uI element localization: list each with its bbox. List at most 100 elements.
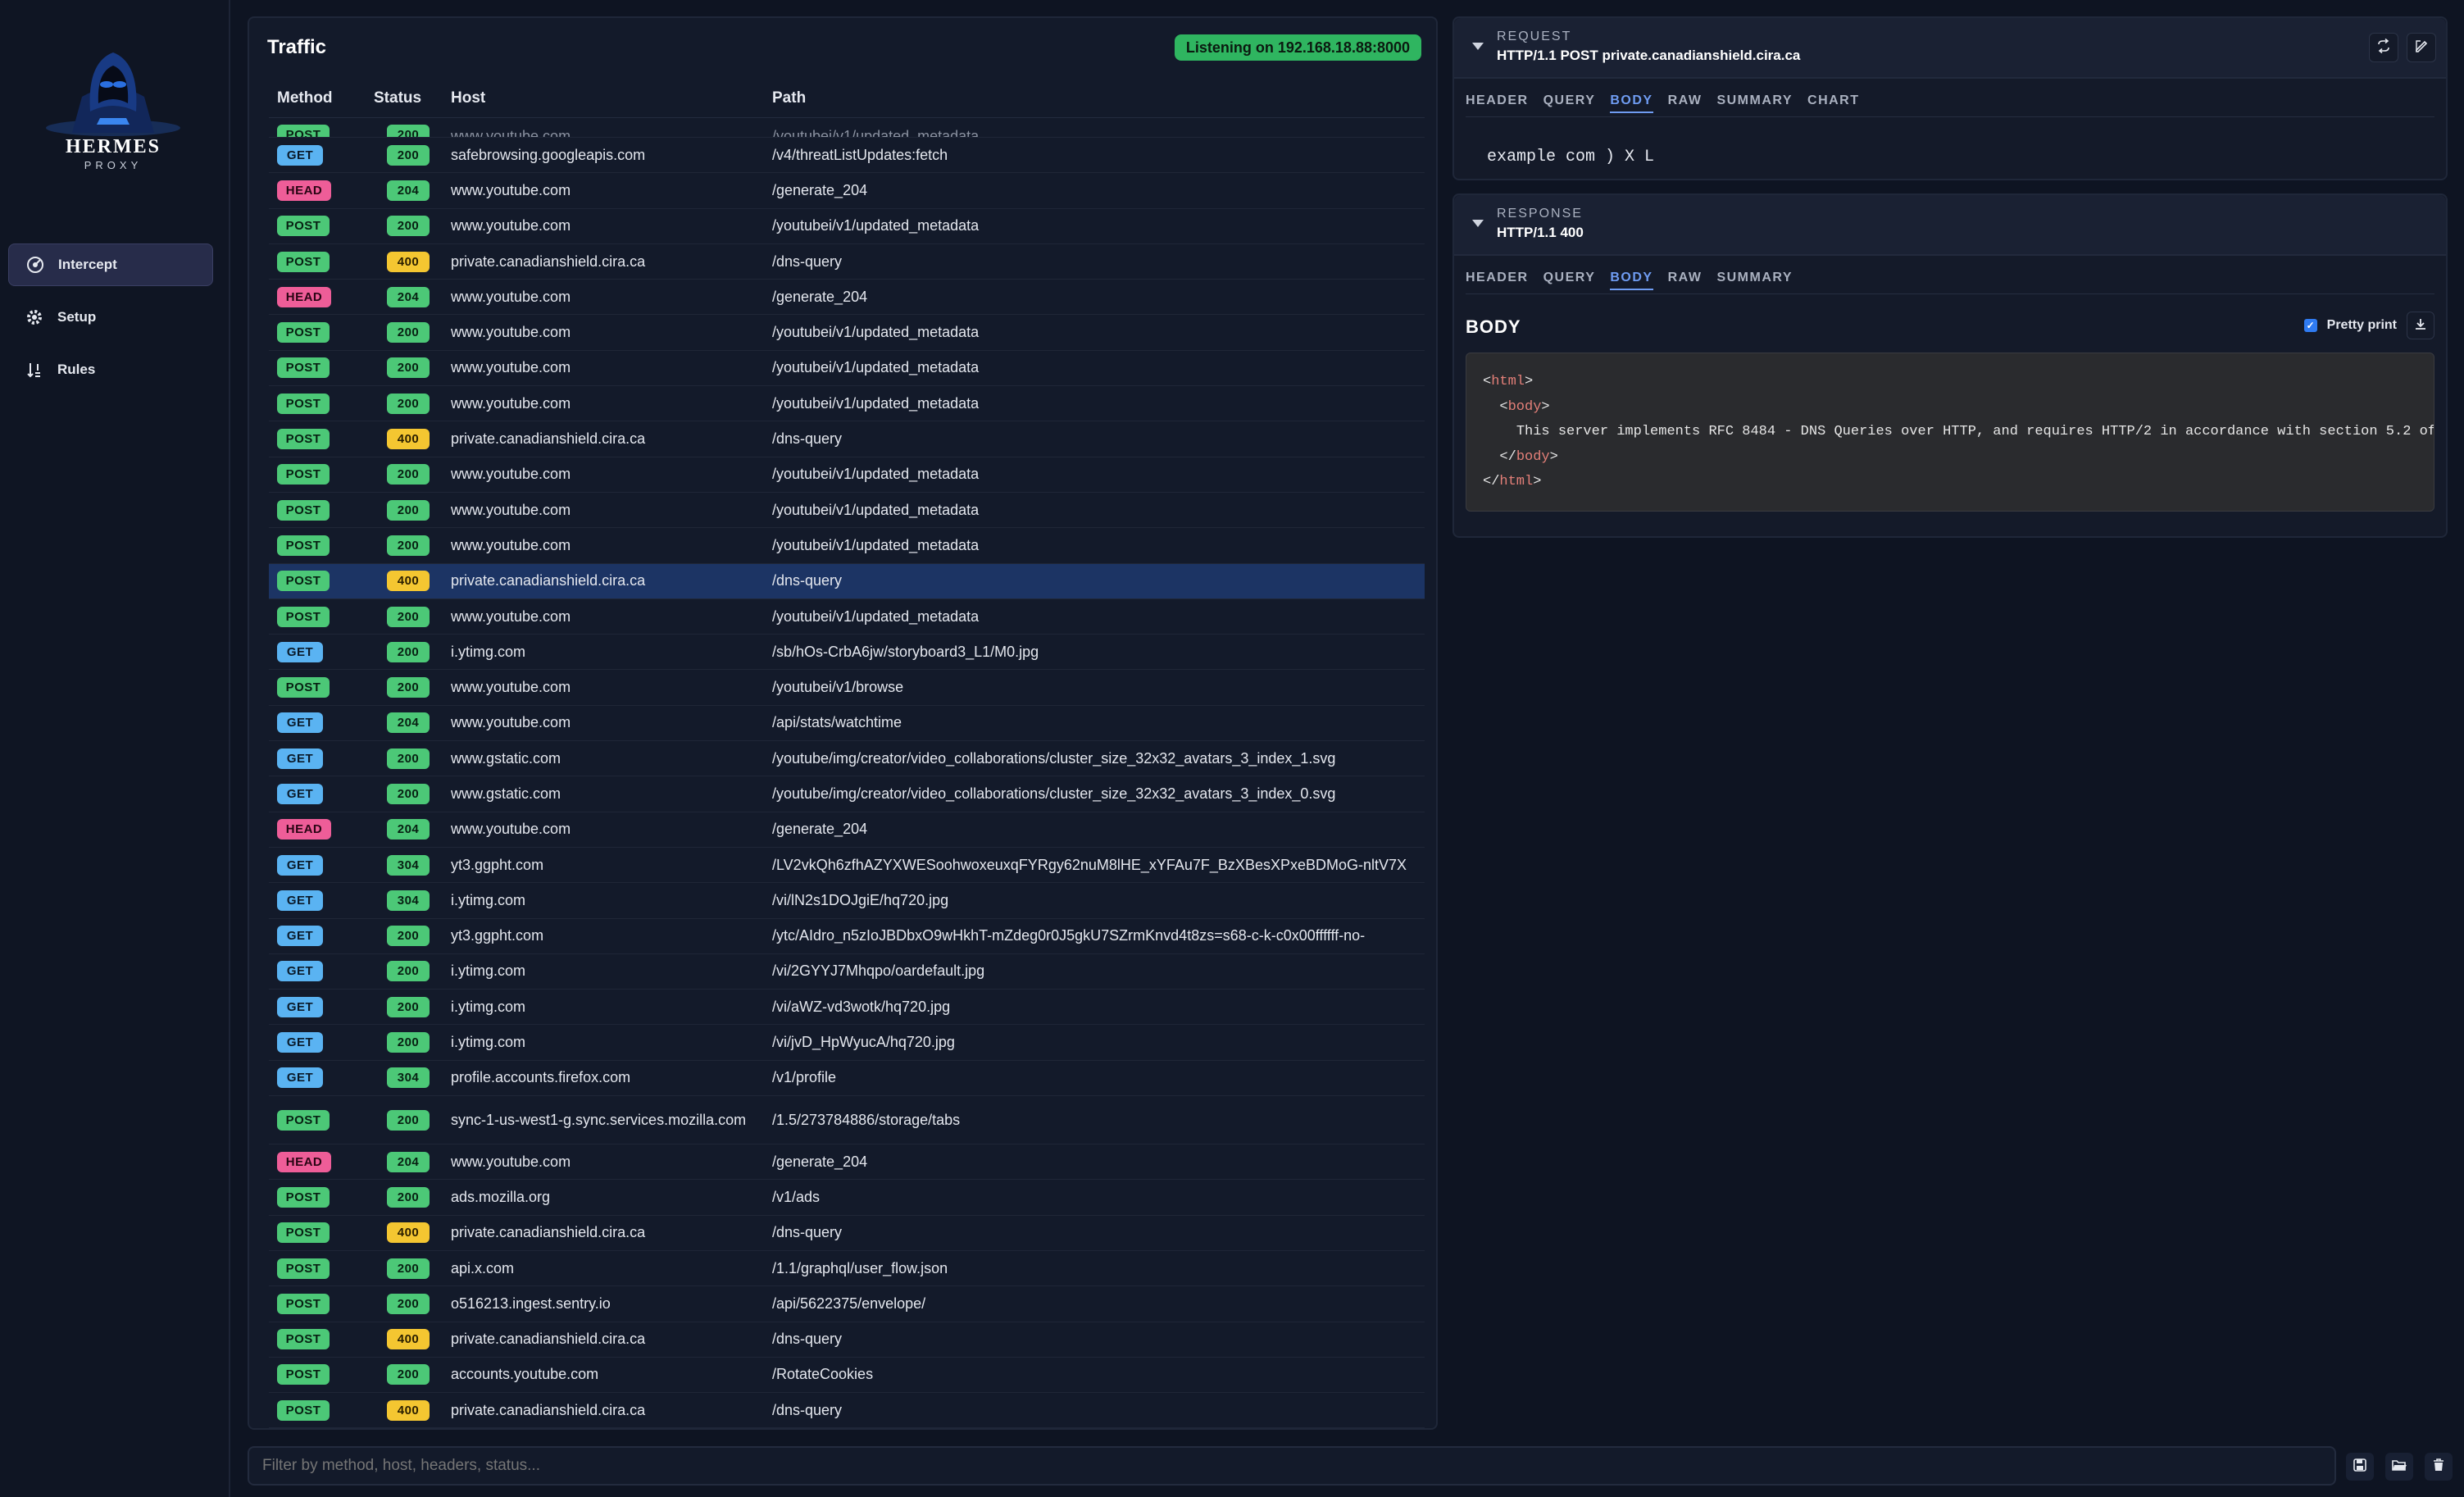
table-row[interactable]: GET 200 www.gstatic.com/youtube/img/creato… xyxy=(269,776,1425,812)
table-row[interactable]: GET 200 i.ytimg.com/vi/2GYYJ7Mhqpo/oardefa… xyxy=(269,954,1425,990)
method-badge: POST xyxy=(277,1258,330,1279)
save-button[interactable] xyxy=(2346,1453,2374,1481)
nav-item-rules[interactable]: Rules xyxy=(8,348,213,391)
tab-raw[interactable]: RAW xyxy=(1668,271,1703,290)
collapse-chevron-icon[interactable] xyxy=(1472,43,1484,50)
table-row[interactable]: HEAD 204 www.youtube.com/generate_204 xyxy=(269,1144,1425,1181)
column-status[interactable]: Status xyxy=(374,89,441,107)
path-cell: /vi/lN2s1DOJgiE/hq720.jpg xyxy=(772,891,949,908)
table-row[interactable]: GET 200 i.ytimg.com/sb/hOs-CrbA6jw/storybo… xyxy=(269,635,1425,671)
table-row[interactable]: POST 200 www.youtube.com/youtubei/v1/updat… xyxy=(269,493,1425,529)
table-row[interactable]: GET 204 www.youtube.com/api/stats/watchtim… xyxy=(269,706,1425,742)
method-badge: GET xyxy=(277,1032,323,1053)
request-panel: REQUEST HTTP/1.1 POST private.canadiansh… xyxy=(1452,16,2448,180)
tab-body[interactable]: BODY xyxy=(1610,271,1653,290)
table-row[interactable]: POST 400 private.canadianshield.cira.ca/dn… xyxy=(269,1393,1425,1428)
table-row[interactable]: POST 200 www.youtube.com/youtubei/v1/updat… xyxy=(269,457,1425,493)
table-row[interactable]: HEAD 204 www.youtube.com/generate_204 xyxy=(269,812,1425,848)
nav-item-intercept[interactable]: Intercept xyxy=(8,243,213,286)
tab-query[interactable]: QUERY xyxy=(1543,271,1596,290)
download-button[interactable] xyxy=(2407,312,2434,339)
code-line: </html> xyxy=(1483,470,2417,495)
table-row[interactable]: POST 200 www.youtube.com/youtubei/v1/brows… xyxy=(269,670,1425,706)
method-cell: POST xyxy=(269,1222,374,1244)
method-badge: POST xyxy=(277,1293,330,1314)
logo-title: HERMES xyxy=(65,136,161,157)
method-badge: POST xyxy=(277,216,330,237)
tab-summary[interactable]: SUMMARY xyxy=(1716,271,1793,290)
table-row[interactable]: HEAD 204 www.youtube.com/generate_204 xyxy=(269,173,1425,209)
table-row[interactable]: POST 200 www.youtube.com/youtubei/v1/updat… xyxy=(269,209,1425,244)
method-cell: GET xyxy=(269,1067,374,1089)
table-row[interactable]: POST 400 private.canadianshield.cira.ca/dn… xyxy=(269,1216,1425,1251)
host-text: sync-1-us-west1-g.sync.services.mozilla.… xyxy=(451,1111,747,1128)
table-row[interactable]: POST 200 ads.mozilla.org/v1/ads xyxy=(269,1180,1425,1216)
table-row[interactable]: POST 200 sync-1-us-west1-g.sync.services.m… xyxy=(269,1096,1425,1145)
replay-button[interactable] xyxy=(2369,33,2398,62)
table-row[interactable]: POST 200 www.youtube.com/youtubei/v1/updat… xyxy=(269,315,1425,351)
open-button[interactable] xyxy=(2385,1453,2413,1481)
nav-item-setup[interactable]: Setup xyxy=(8,296,213,339)
nav-label: Setup xyxy=(57,309,97,325)
status-badge: 200 xyxy=(387,1258,430,1279)
table-body[interactable]: POST 200 www.youtube.com/youtubei/v1/updat… xyxy=(269,118,1425,1428)
tab-body[interactable]: BODY xyxy=(1610,93,1653,113)
table-row[interactable]: GET 200 yt3.ggpht.com/ytc/AIdro_n5zIoJBDbx… xyxy=(269,919,1425,954)
code-tag: <body> xyxy=(1499,398,1550,415)
table-row[interactable]: POST 200 www.youtube.com/youtubei/v1/updat… xyxy=(269,528,1425,564)
table-row[interactable]: HEAD 204 www.youtube.com/generate_204 xyxy=(269,280,1425,316)
edit-button[interactable] xyxy=(2407,33,2436,62)
table-row[interactable]: GET 304 yt3.ggpht.com/LV2vkQh6zfhAZYXWESoo… xyxy=(269,848,1425,884)
table-row[interactable]: GET 200 i.ytimg.com/vi/aWZ-vd3wotk/hq720.j… xyxy=(269,990,1425,1026)
column-host[interactable]: Host xyxy=(441,89,772,107)
table-row[interactable]: POST 200 o516213.ingest.sentry.io/api/5622… xyxy=(269,1286,1425,1322)
column-path[interactable]: Path xyxy=(772,89,1425,107)
table-row[interactable]: POST 400 private.canadianshield.cira.ca/dn… xyxy=(269,244,1425,280)
status-cell: 200 xyxy=(374,641,441,662)
table-row[interactable]: GET 304 profile.accounts.firefox.com/v1/pr… xyxy=(269,1061,1425,1097)
host-text: www.youtube.com xyxy=(451,607,571,625)
tab-header[interactable]: HEADER xyxy=(1466,271,1529,290)
collapse-chevron-icon[interactable] xyxy=(1472,220,1484,227)
column-method[interactable]: Method xyxy=(269,89,374,107)
download-icon xyxy=(2414,317,2427,334)
table-row[interactable]: POST 200 www.youtube.com/youtubei/v1/updat… xyxy=(269,351,1425,387)
filter-input[interactable] xyxy=(248,1446,2336,1486)
status-badge: 400 xyxy=(387,1329,430,1350)
response-code-block: <html> <body> This server implements RFC… xyxy=(1466,353,2434,512)
tab-summary[interactable]: SUMMARY xyxy=(1716,93,1793,113)
method-badge: POST xyxy=(277,464,330,485)
status-cell: 304 xyxy=(374,890,441,911)
path-cell: /youtubei/v1/updated_metadata xyxy=(772,466,980,483)
tab-header[interactable]: HEADER xyxy=(1466,93,1529,113)
status-badge: 304 xyxy=(387,854,430,876)
table-row[interactable]: POST 200 www.youtube.com/youtubei/v1/updat… xyxy=(269,599,1425,635)
table-row[interactable]: POST 400 private.canadianshield.cira.ca/dn… xyxy=(269,421,1425,457)
tab-raw[interactable]: RAW xyxy=(1668,93,1703,113)
response-header[interactable]: RESPONSE HTTP/1.1 400 xyxy=(1454,195,2446,256)
table-row[interactable]: GET 304 i.ytimg.com/vi/lN2s1DOJgiE/hq720.j… xyxy=(269,883,1425,919)
tab-chart[interactable]: CHART xyxy=(1807,93,1860,113)
host-text: www.youtube.com xyxy=(451,821,571,838)
table-row[interactable]: POST 200 api.x.com/1.1/graphql/user_flow.j… xyxy=(269,1251,1425,1287)
pretty-print-toggle[interactable]: ✓ Pretty print xyxy=(2303,318,2397,333)
checkbox-checked-icon[interactable]: ✓ xyxy=(2303,319,2317,332)
table-row[interactable]: POST 400 private.canadianshield.cira.ca/dn… xyxy=(269,563,1425,599)
table-row[interactable]: POST 200 accounts.youtube.com/RotateCookie… xyxy=(269,1358,1425,1394)
table-row[interactable]: GET 200 safebrowsing.googleapis.com/v4/thr… xyxy=(269,138,1425,174)
request-header[interactable]: REQUEST HTTP/1.1 POST private.canadiansh… xyxy=(1454,18,2446,79)
table-row[interactable]: POST 400 private.canadianshield.cira.ca/dn… xyxy=(269,1322,1425,1358)
table-row[interactable]: POST 200 www.youtube.com/youtubei/v1/updat… xyxy=(269,386,1425,422)
method-cell: POST xyxy=(269,125,374,137)
table-row[interactable]: GET 200 i.ytimg.com/vi/jvD_HpWyucA/hq720.j… xyxy=(269,1025,1425,1061)
status-cell: 200 xyxy=(374,1186,441,1208)
tab-query[interactable]: QUERY xyxy=(1543,93,1596,113)
method-badge: POST xyxy=(277,1186,330,1208)
method-badge: POST xyxy=(277,677,330,698)
method-badge: POST xyxy=(277,571,330,592)
sidebar: HERMES PROXY Intercept Setup Rules xyxy=(0,0,230,1497)
status-badge: 400 xyxy=(387,429,430,450)
table-row[interactable]: GET 200 www.gstatic.com/youtube/img/creato… xyxy=(269,741,1425,777)
delete-button[interactable] xyxy=(2425,1453,2453,1481)
table-row[interactable]: POST 200 www.youtube.com/youtubei/v1/updat… xyxy=(269,118,1425,138)
